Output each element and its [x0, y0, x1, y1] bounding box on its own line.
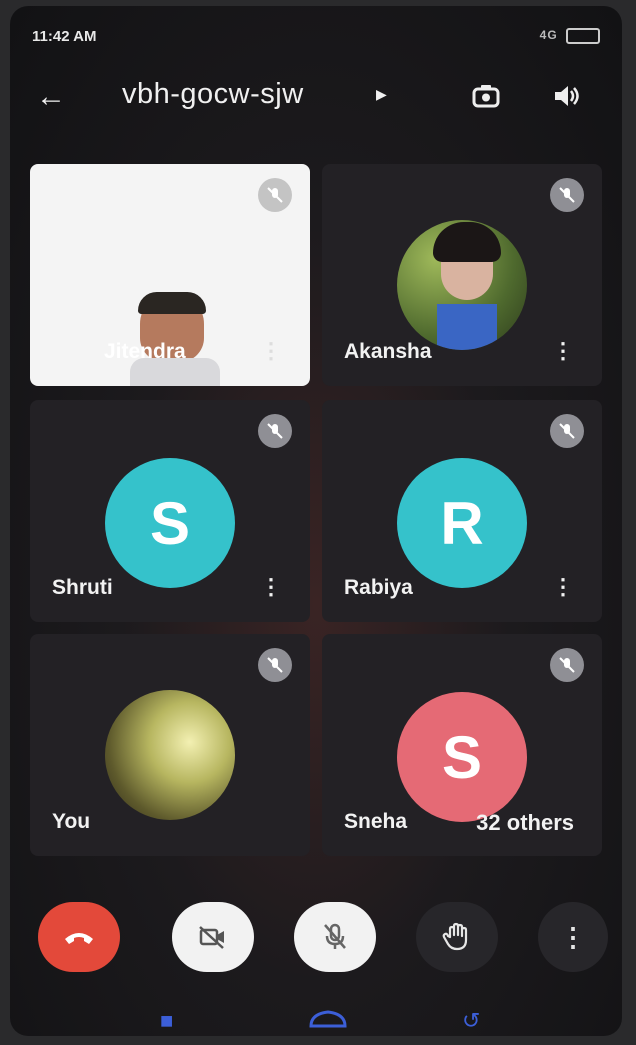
microphone-toggle-button[interactable]: [294, 902, 376, 972]
participant-avatar-initial: S: [105, 458, 235, 588]
mic-off-icon: [258, 178, 292, 212]
participant-tile-rabiya[interactable]: R Rabiya ⋮: [322, 400, 602, 622]
participant-name: Jitendra: [104, 340, 186, 363]
end-call-button[interactable]: [38, 902, 120, 972]
status-bar: 11:42 AM 4G: [32, 28, 600, 52]
network-label: 4G: [539, 28, 558, 43]
home-icon[interactable]: [308, 1008, 348, 1036]
meeting-info-arrow-icon[interactable]: ▶: [376, 86, 387, 103]
participant-name: You: [52, 810, 91, 833]
participant-avatar-initial: R: [397, 458, 527, 588]
meeting-code[interactable]: vbh-gocw-sjw: [122, 78, 304, 111]
participant-name: Sneha: [344, 810, 408, 833]
mic-off-icon: [258, 648, 292, 682]
call-controls: ⋮: [10, 902, 622, 992]
participant-tile-sneha[interactable]: S Sneha 32 others: [322, 634, 602, 856]
status-time: 11:42 AM: [32, 28, 97, 45]
participant-avatar-photo: [105, 690, 235, 820]
battery-icon: [566, 28, 600, 44]
participant-tile-jitendra[interactable]: Jitendra ⋮: [30, 164, 310, 386]
camera-off-icon: [199, 926, 224, 949]
system-nav-bar: ■ ↺: [10, 1006, 622, 1036]
status-indicators: 4G: [540, 28, 600, 44]
more-options-button[interactable]: ⋮: [538, 902, 608, 972]
raise-hand-icon: [442, 922, 468, 951]
back-arrow-icon[interactable]: ←: [36, 80, 66, 114]
call-header: ← vbh-gocw-sjw ▶: [10, 66, 622, 126]
more-vert-icon[interactable]: ⋮: [260, 574, 282, 600]
others-count[interactable]: 32 others: [476, 810, 574, 836]
speaker-icon[interactable]: [546, 76, 586, 116]
more-vert-icon[interactable]: ⋮: [260, 338, 282, 364]
mic-off-icon: [550, 648, 584, 682]
mic-off-icon: [550, 178, 584, 212]
participant-tile-akansha[interactable]: Akansha ⋮: [322, 164, 602, 386]
participant-tile-you[interactable]: You: [30, 634, 310, 856]
participant-name: Rabiya: [344, 576, 413, 599]
participant-tile-shruti[interactable]: S Shruti ⋮: [30, 400, 310, 622]
participant-name: Akansha: [344, 340, 432, 363]
more-vert-icon[interactable]: ⋮: [552, 574, 574, 600]
mic-off-icon: [324, 923, 346, 949]
more-vert-icon[interactable]: ⋮: [552, 338, 574, 364]
phone-screen: 11:42 AM 4G ← vbh-gocw-sjw ▶ Jitendra ⋮: [10, 6, 622, 1036]
camera-toggle-button[interactable]: [172, 902, 254, 972]
participant-avatar-initial: S: [397, 692, 527, 822]
participant-video: [130, 292, 220, 386]
participant-name: Shruti: [52, 576, 113, 599]
raise-hand-button[interactable]: [416, 902, 498, 972]
participant-avatar-photo: [397, 220, 527, 350]
recents-icon[interactable]: ■: [160, 1008, 173, 1034]
switch-camera-icon[interactable]: [466, 76, 506, 116]
end-call-icon: [65, 933, 93, 944]
mic-off-icon: [258, 414, 292, 448]
mic-off-icon: [550, 414, 584, 448]
back-nav-icon[interactable]: ↺: [462, 1008, 480, 1034]
more-vert-icon: ⋮: [560, 921, 586, 952]
